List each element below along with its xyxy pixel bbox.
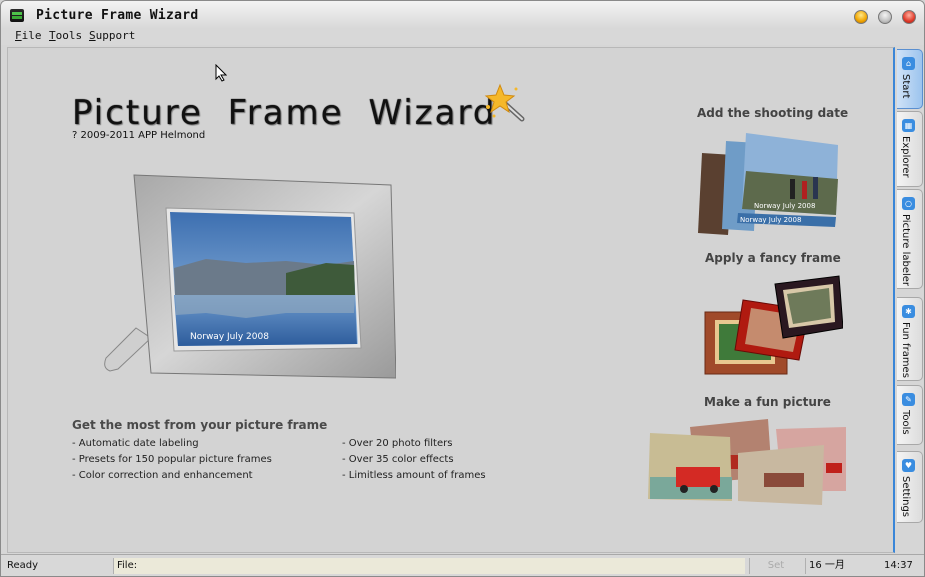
menu-tools-accel: T <box>49 29 56 42</box>
feature-item: - Limitless amount of frames <box>342 470 486 481</box>
status-time: 14:37 <box>884 560 913 571</box>
tab-start-label: Start <box>900 74 911 99</box>
start-panel: Picture Frame Wizard ? 2009-2011 APP Hel… <box>7 47 895 553</box>
app-logo: Picture Frame Wizard <box>72 93 497 133</box>
window-title: Picture Frame Wizard <box>36 8 199 23</box>
app-window: Picture Frame Wizard File Tools Support … <box>0 0 925 577</box>
showcase-title-frame: Apply a fancy frame <box>705 251 841 265</box>
star-icon: ✱ <box>902 305 915 318</box>
menu-support-label: upport <box>95 29 136 42</box>
magic-wand-icon <box>484 83 525 122</box>
status-state: Ready <box>7 560 39 571</box>
menu-support-accel: S <box>89 29 96 42</box>
status-date: 16 一月 2013 <box>805 558 873 574</box>
tab-fun-frames-label: Fun frames <box>900 322 911 378</box>
windows-icon: ▦ <box>902 119 915 132</box>
status-bar: Ready File: Set 16 一月 2013 14:37 <box>1 554 924 576</box>
features-title: Get the most from your picture frame <box>72 418 328 432</box>
digital-frame-image: Norway July 2008 <box>104 174 396 379</box>
heart-icon: ♥ <box>902 459 915 472</box>
tab-picture-labeler[interactable]: ○ Picture labeler <box>897 189 923 289</box>
menu-file[interactable]: File <box>15 29 42 42</box>
shooting-date-collage[interactable]: Norway July 2008 Norway July 2008 <box>698 131 848 236</box>
label-icon: ○ <box>902 197 915 210</box>
tab-explorer-label: Explorer <box>900 136 911 178</box>
app-icon <box>10 9 24 22</box>
collage-caption-2: Norway July 2008 <box>740 216 801 224</box>
tab-tools[interactable]: ✎ Tools <box>897 385 923 445</box>
tab-explorer[interactable]: ▦ Explorer <box>897 111 923 187</box>
frame-caption: Norway July 2008 <box>190 332 269 342</box>
status-set-button[interactable]: Set <box>749 558 799 574</box>
menu-tools[interactable]: Tools <box>49 29 82 42</box>
minimize-button[interactable] <box>854 10 868 24</box>
feature-item: - Automatic date labeling <box>72 438 199 449</box>
menu-file-accel: F <box>15 29 22 42</box>
side-tab-bar: ⌂ Start ▦ Explorer ○ Picture labeler ✱ F… <box>896 47 924 523</box>
tab-tools-label: Tools <box>900 410 911 435</box>
mouse-cursor-icon <box>215 64 227 82</box>
title-bar[interactable]: Picture Frame Wizard <box>1 1 924 29</box>
fun-picture-collage[interactable] <box>646 417 856 507</box>
tab-settings-label: Settings <box>900 476 911 518</box>
showcase-title-fun: Make a fun picture <box>704 395 831 409</box>
feature-item: - Presets for 150 popular picture frames <box>72 454 272 465</box>
status-file: File: <box>113 558 745 574</box>
fancy-frame-collage[interactable] <box>703 274 843 376</box>
home-icon: ⌂ <box>902 57 915 70</box>
close-button[interactable] <box>902 10 916 24</box>
showcase-title-date: Add the shooting date <box>697 106 849 120</box>
feature-item: - Over 20 photo filters <box>342 438 453 449</box>
tab-fun-frames[interactable]: ✱ Fun frames <box>897 297 923 381</box>
collage-caption: Norway July 2008 <box>754 202 815 210</box>
menu-file-label: ile <box>21 29 42 42</box>
copyright-text: ? 2009-2011 APP Helmond <box>72 130 206 141</box>
menu-support[interactable]: Support <box>89 29 135 42</box>
menu-tools-label: ools <box>55 29 83 42</box>
tab-settings[interactable]: ♥ Settings <box>897 451 923 523</box>
maximize-button[interactable] <box>878 10 892 24</box>
tab-start[interactable]: ⌂ Start <box>897 49 923 109</box>
feature-item: - Over 35 color effects <box>342 454 454 465</box>
feature-item: - Color correction and enhancement <box>72 470 253 481</box>
tab-picture-labeler-label: Picture labeler <box>900 214 911 287</box>
menu-bar: File Tools Support <box>1 29 924 45</box>
wrench-icon: ✎ <box>902 393 915 406</box>
